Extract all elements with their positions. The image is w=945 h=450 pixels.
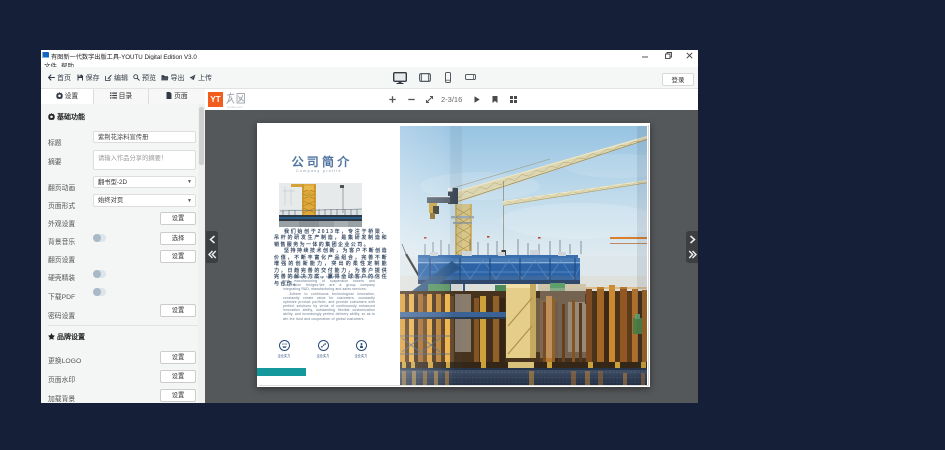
svg-text:2013: 2013 [282, 344, 288, 346]
